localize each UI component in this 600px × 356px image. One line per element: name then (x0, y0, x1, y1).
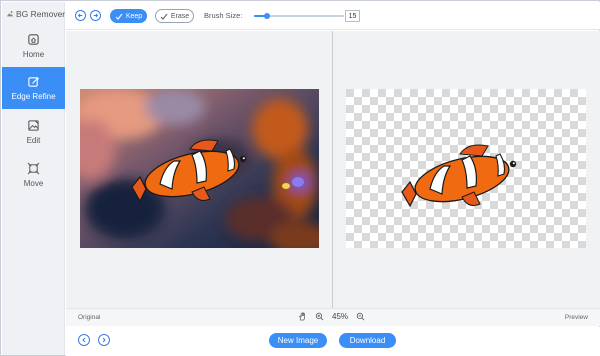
sidebar: BG Remover Home Edge Refine Edit Move (2, 2, 65, 355)
clownfish-cutout (346, 89, 586, 248)
clownfish-photo (80, 89, 319, 248)
sidebar-item-label: Move (23, 179, 44, 188)
sidebar-item-home[interactable]: Home (2, 25, 65, 67)
sidebar-item-edge-refine[interactable]: Edge Refine (2, 67, 65, 109)
new-image-button[interactable]: New Image (269, 333, 327, 348)
canvas-area (66, 31, 600, 308)
app-window: BG Remover Home Edge Refine Edit Move Ke… (0, 0, 600, 356)
zoom-out-icon[interactable] (356, 312, 365, 321)
keep-label: Keep (125, 12, 143, 20)
previous-icon (82, 337, 86, 343)
undo-button[interactable] (75, 10, 86, 21)
preview-label: Preview (564, 314, 588, 321)
erase-button[interactable]: Erase (155, 9, 194, 23)
next-button[interactable] (98, 334, 110, 346)
split-divider[interactable] (332, 31, 333, 308)
redo-icon (93, 13, 99, 18)
status-bar: Original 45% Preview (66, 308, 600, 326)
original-image[interactable] (80, 89, 319, 248)
hand-icon[interactable] (298, 312, 307, 321)
home-icon (28, 34, 39, 45)
sidebar-item-label: Home (22, 50, 45, 59)
original-label: Original (78, 314, 101, 321)
zoom-in-icon[interactable] (315, 312, 324, 321)
brush-size-slider-thumb[interactable] (263, 13, 270, 19)
previous-button[interactable] (78, 334, 90, 346)
bottom-bar: New Image Download (66, 327, 600, 356)
brush-size-label: Brush Size: (204, 11, 243, 20)
brush-size-slider[interactable] (254, 13, 344, 19)
sidebar-item-label: Edit (26, 136, 41, 145)
sidebar-item-edit[interactable]: Edit (2, 111, 65, 153)
preview-image[interactable] (346, 89, 586, 248)
zoom-controls: 45% (298, 312, 365, 321)
keep-brush-icon (115, 13, 123, 20)
brush-size-input[interactable]: 15 (345, 10, 360, 22)
download-button[interactable]: Download (339, 333, 396, 348)
edge-refine-icon (28, 76, 40, 87)
zoom-level: 45% (332, 312, 349, 321)
bg-remover-logo-icon (6, 11, 14, 17)
app-title-label: BG Remover (16, 9, 66, 19)
undo-icon (77, 13, 83, 18)
move-icon (27, 162, 40, 175)
app-title: BG Remover (6, 9, 65, 19)
erase-brush-icon (160, 13, 168, 20)
erase-label: Erase (170, 12, 190, 20)
toolbar: Keep Erase Brush Size: 15 (66, 2, 600, 30)
redo-button[interactable] (90, 10, 101, 21)
sidebar-item-label: Edge Refine (11, 92, 56, 101)
sidebar-item-move[interactable]: Move (2, 154, 65, 196)
edit-image-icon (28, 120, 39, 131)
keep-button[interactable]: Keep (110, 9, 147, 23)
next-icon (102, 337, 106, 343)
